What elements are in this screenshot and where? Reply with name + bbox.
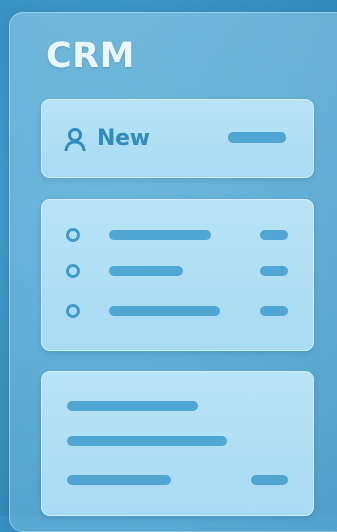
text-line-bar	[67, 436, 227, 446]
new-card-placeholder-bar	[228, 132, 286, 143]
list-item-text-bar	[109, 266, 183, 276]
text-line-bar	[67, 401, 198, 411]
radio-button[interactable]	[66, 264, 80, 278]
text-card	[41, 371, 314, 516]
list-item-text-bar	[109, 306, 220, 316]
app-title: CRM	[46, 36, 135, 76]
new-record-card: New	[41, 99, 314, 178]
user-icon	[63, 127, 87, 151]
list-item-meta-bar	[260, 306, 288, 316]
new-button-label: New	[97, 126, 150, 151]
text-meta-bar	[251, 475, 288, 485]
text-line-bar	[67, 475, 171, 485]
list-item-meta-bar	[260, 266, 288, 276]
list-item-text-bar	[109, 230, 211, 240]
new-button[interactable]: New	[63, 126, 150, 151]
radio-button[interactable]	[66, 228, 80, 242]
list-item-meta-bar	[260, 230, 288, 240]
list-card	[41, 199, 314, 351]
radio-button[interactable]	[66, 304, 80, 318]
